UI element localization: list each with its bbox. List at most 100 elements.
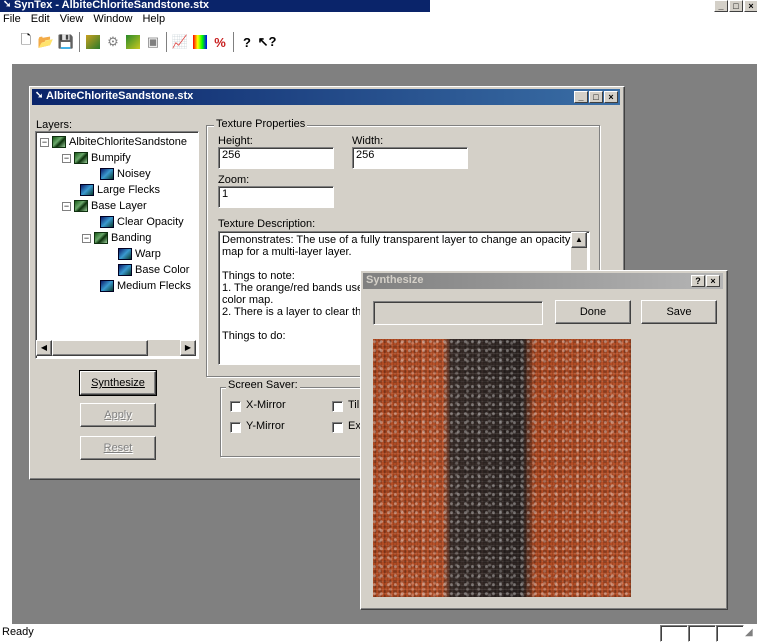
- app-minimize-button[interactable]: _: [714, 0, 728, 12]
- resize-grip-icon[interactable]: ◢: [745, 627, 753, 638]
- percent-icon[interactable]: %: [210, 32, 230, 52]
- tree-item-warp[interactable]: Warp: [118, 246, 161, 262]
- texture-properties-legend: Texture Properties: [214, 118, 308, 130]
- tile-checkbox[interactable]: [332, 401, 343, 412]
- palette-icon[interactable]: [190, 32, 210, 52]
- collapse-icon[interactable]: −: [40, 137, 49, 147]
- apply-button[interactable]: Apply: [80, 403, 156, 427]
- synthesize-button[interactable]: Synthesize: [79, 370, 157, 396]
- collapse-icon[interactable]: −: [62, 201, 71, 211]
- context-help-icon[interactable]: ↖?: [257, 32, 277, 52]
- tree-item-bumpify[interactable]: − Bumpify: [62, 150, 131, 166]
- tree-item-label: Bumpify: [91, 152, 131, 164]
- app-close-button[interactable]: ×: [744, 0, 757, 12]
- app-maximize-button[interactable]: □: [729, 0, 743, 12]
- zoom-label: Zoom:: [218, 174, 250, 186]
- doc-close-button[interactable]: ×: [604, 91, 618, 103]
- tree-item-medium-flecks[interactable]: Medium Flecks: [100, 278, 191, 294]
- collapse-icon[interactable]: −: [62, 153, 71, 163]
- status-pane-2: [688, 625, 716, 642]
- menu-view[interactable]: View: [55, 12, 89, 27]
- done-button[interactable]: Done: [555, 300, 631, 324]
- tree-item-banding[interactable]: − Banding: [82, 230, 151, 246]
- wheel-icon[interactable]: ⚙: [103, 32, 123, 52]
- layer-icon: [118, 264, 132, 276]
- cube-icon[interactable]: [123, 32, 143, 52]
- menu-bar: File Edit View Window Help: [0, 12, 757, 27]
- layers-tree[interactable]: − AlbiteChloriteSandstone − Bumpify Nois…: [35, 131, 199, 359]
- toolbar: 🗋 📂 💾 ⚙ ▣ 📈 % ? ↖?: [16, 27, 757, 57]
- layer-icon: [100, 168, 114, 180]
- help-icon[interactable]: ?: [237, 32, 257, 52]
- tree-item-label: Banding: [111, 232, 152, 244]
- synth-close-button[interactable]: ×: [706, 275, 720, 287]
- multi-layer-icon: [74, 200, 88, 212]
- menu-edit[interactable]: Edit: [26, 12, 55, 27]
- texture-preview: [373, 339, 631, 597]
- save-button[interactable]: Save: [641, 300, 717, 324]
- x-mirror-label: X-Mirror: [246, 399, 286, 411]
- status-bar: Ready ◢: [0, 624, 757, 642]
- y-mirror-checkbox[interactable]: [230, 422, 241, 433]
- status-pane-1: [660, 625, 688, 642]
- tree-item-root[interactable]: − AlbiteChloriteSandstone: [40, 134, 187, 150]
- app-icon: ➘: [3, 0, 12, 10]
- tree-horizontal-scrollbar[interactable]: ◀ ▶: [36, 340, 196, 356]
- tree-item-label: Base Color: [135, 264, 190, 276]
- tree-item-label: Large Flecks: [97, 184, 160, 196]
- synth-help-button[interactable]: ?: [691, 275, 705, 287]
- doc-maximize-button[interactable]: □: [589, 91, 603, 103]
- zoom-input[interactable]: 1: [218, 186, 334, 208]
- tree-item-clear-opacity[interactable]: Clear Opacity: [100, 214, 184, 230]
- document-title: AlbiteChloriteSandstone.stx: [46, 90, 194, 102]
- scroll-thumb[interactable]: [52, 340, 148, 356]
- scroll-up-button[interactable]: ▲: [571, 232, 587, 248]
- layer-icon: [100, 280, 114, 292]
- reset-button[interactable]: Reset: [80, 436, 156, 460]
- synthesize-dialog: Synthesize ? × Done Save: [360, 270, 728, 610]
- layer-icon[interactable]: [83, 32, 103, 52]
- doc-minimize-button[interactable]: _: [574, 91, 588, 103]
- tree-item-label: Base Layer: [91, 200, 147, 212]
- synthesize-title-bar: Synthesize ? ×: [363, 273, 723, 289]
- synthesize-title: Synthesize: [366, 274, 424, 286]
- disk-icon[interactable]: ▣: [143, 32, 163, 52]
- x-mirror-checkbox[interactable]: [230, 401, 241, 412]
- width-input[interactable]: 256: [352, 147, 468, 169]
- multi-layer-icon: [74, 152, 88, 164]
- description-line: [222, 258, 570, 270]
- layer-icon: [80, 184, 94, 196]
- app-title: SynTex - AlbiteChloriteSandstone.stx: [14, 0, 209, 11]
- multi-layer-icon: [94, 232, 108, 244]
- tree-item-label: Warp: [135, 248, 161, 260]
- document-title-bar: ➘ AlbiteChloriteSandstone.stx _ □ ×: [32, 89, 620, 105]
- screen-saver-legend: Screen Saver:: [226, 379, 300, 391]
- tree-item-base-color[interactable]: Base Color: [118, 262, 189, 278]
- tile-label: Til: [348, 399, 360, 411]
- open-icon[interactable]: 📂: [36, 32, 56, 52]
- menu-help[interactable]: Help: [137, 12, 170, 27]
- layers-label: Layers:: [36, 119, 73, 131]
- height-label: Height:: [218, 135, 253, 147]
- menu-window[interactable]: Window: [88, 12, 137, 27]
- chart-icon[interactable]: 📈: [170, 32, 190, 52]
- scroll-left-button[interactable]: ◀: [36, 340, 52, 356]
- collapse-icon[interactable]: −: [82, 233, 91, 243]
- save-icon[interactable]: 💾: [56, 32, 76, 52]
- ex-label: Ex: [348, 420, 361, 432]
- tree-item-base-layer[interactable]: − Base Layer: [62, 198, 147, 214]
- ex-checkbox[interactable]: [332, 422, 343, 433]
- tree-item-large-flecks[interactable]: Large Flecks: [80, 182, 160, 198]
- tree-item-label: Medium Flecks: [117, 280, 191, 292]
- new-icon[interactable]: 🗋: [16, 32, 36, 52]
- tree-item-label: AlbiteChloriteSandstone: [69, 136, 188, 148]
- tree-item-label: Noisey: [117, 168, 151, 180]
- description-line: Demonstrates: The use of a fully transpa…: [222, 234, 571, 246]
- status-text: Ready: [2, 626, 34, 638]
- scroll-right-button[interactable]: ▶: [180, 340, 196, 356]
- height-input[interactable]: 256: [218, 147, 334, 169]
- tree-item-noisey[interactable]: Noisey: [100, 166, 151, 182]
- app-title-bar: ➘ SynTex - AlbiteChloriteSandstone.stx _…: [0, 0, 757, 12]
- menu-file[interactable]: File: [0, 12, 26, 27]
- texture-noise-overlay: [373, 339, 631, 597]
